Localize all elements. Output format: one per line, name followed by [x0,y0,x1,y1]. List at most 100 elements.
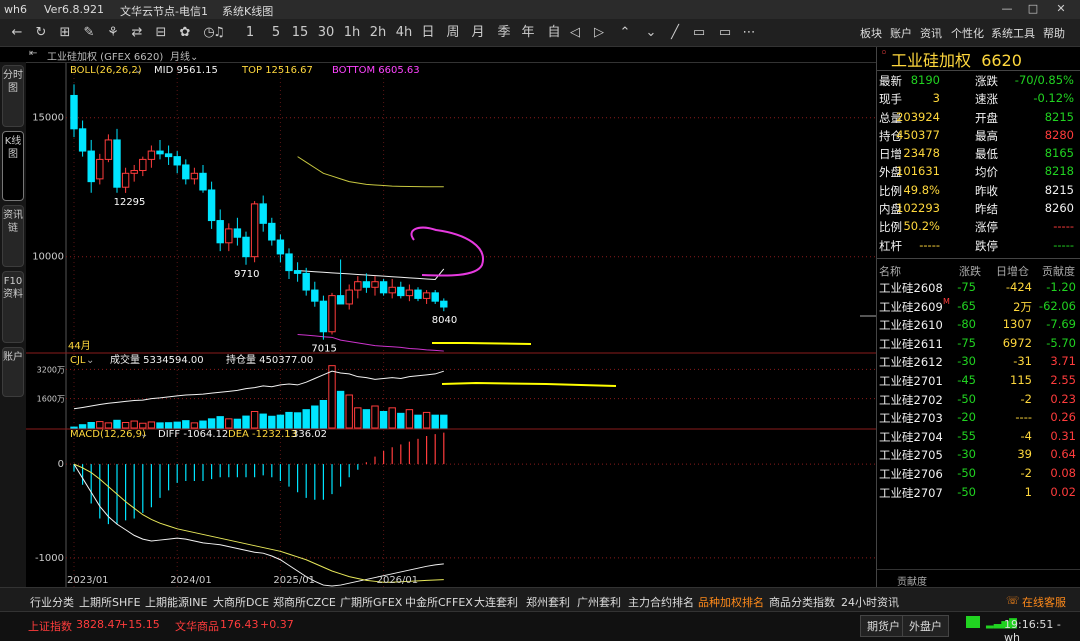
maximize-button[interactable]: □ [1025,2,1041,17]
exchange-tab-2[interactable]: 上期能源INE [145,594,207,610]
exchange-tab-6[interactable]: 中金所CFFEX [405,594,473,610]
multi-window-icon[interactable]: ⊞ [56,24,74,42]
indicator-icon[interactable]: ⚘ [104,24,122,42]
contract-row[interactable]: 工业硅2705 -30 39 0.64 [877,445,1080,464]
instrument-label[interactable]: 工业硅加权 (GFEX 6620) [47,48,163,63]
exchange-tab-4[interactable]: 郑商所CZCE [273,594,336,610]
period-10[interactable]: 季 [494,24,514,42]
quote-value: 450377 [896,127,940,142]
period-4[interactable]: 1h [342,24,362,42]
contract-row[interactable]: 工业硅2704 -55 -4 0.31 [877,427,1080,446]
menu-help[interactable]: 帮助 [1043,25,1065,41]
chevron-down-icon[interactable]: ⌄ [86,355,94,366]
col-oi-change[interactable]: 日增仓 [996,263,1029,279]
futures-account-button[interactable]: 期货户 [860,615,907,637]
back-arrow-icon[interactable]: ← [8,24,26,42]
candle-body [371,281,379,288]
draw-tool-icon[interactable]: ✎ [80,24,98,42]
tab-account[interactable]: 账户 [2,347,24,397]
zoom-out-icon[interactable]: ⌄ [642,24,660,42]
contract-row[interactable]: 工业硅2701 -45 115 2.55 [877,371,1080,390]
settings-icon[interactable]: ✿ [176,24,194,42]
tab-news-chain[interactable]: 资讯链 [2,205,24,267]
quote-value: 49.8% [903,182,940,197]
rect-tool-icon-2[interactable]: ▭ [716,24,734,42]
contract-row[interactable]: 工业硅2610 -80 1307 -7.69 [877,315,1080,334]
period-11[interactable]: 年 [518,24,538,42]
exchange-tab-8[interactable]: 郑州套利 [526,594,570,610]
exchange-tab-1[interactable]: 上期所SHFE [79,594,141,610]
col-name[interactable]: 名称 [879,263,901,279]
period-5[interactable]: 2h [368,24,388,42]
menu-personalize[interactable]: 个性化 [951,25,984,41]
exchange-tab-13[interactable]: 24小时资讯 [841,594,899,610]
volume-bar [216,416,224,429]
contract-row[interactable]: 工业硅2612 -30 -31 3.71 [877,352,1080,371]
contract-contribution: -7.69 [1046,317,1076,332]
menu-account[interactable]: 账户 [890,25,912,41]
alert-bell-icon[interactable]: ♫ [210,24,228,42]
candle-body [233,228,242,238]
period-select[interactable]: 月线⌄ [170,48,198,63]
volume-bar [147,421,156,429]
index2-name[interactable]: 文华商品 [175,618,219,634]
exchange-tab-12[interactable]: 商品分类指数 [769,594,835,610]
minimize-button[interactable]: — [999,2,1015,17]
period-0[interactable]: 1 [240,24,260,42]
kline-chart[interactable]: 15000 10000 3200万 1600万 0 -10002023/01 2024/01… [26,62,876,587]
tab-timeshare[interactable]: 分时图 [2,65,24,127]
exchange-tab-3[interactable]: 大商所DCE [213,594,269,610]
tab-kline[interactable]: K线图 [2,131,24,201]
foreign-account-button[interactable]: 外盘户 [902,615,949,637]
contract-row[interactable]: 工业硅2707 -50 1 0.02 [877,483,1080,502]
rect-tool-icon[interactable]: ▭ [690,24,708,42]
contract-row[interactable]: 工业硅2611 -75 6972 -5.70 [877,334,1080,353]
contract-row[interactable]: 工业硅2702 -50 -2 0.23 [877,390,1080,409]
arrow-left-icon[interactable]: ◁ [566,24,584,42]
line-tool-icon[interactable]: ╱ [666,24,684,42]
period-6[interactable]: 4h [394,24,414,42]
col-change[interactable]: 涨跌 [959,263,981,279]
period-2[interactable]: 15 [290,24,310,42]
candle-body [182,164,190,180]
candle-body [397,286,405,297]
close-button[interactable]: ✕ [1053,2,1069,17]
period-8[interactable]: 周 [443,24,463,42]
period-7[interactable]: 日 [418,24,438,42]
period-1[interactable]: 5 [266,24,286,42]
zoom-in-icon[interactable]: ⌃ [616,24,634,42]
exchange-tab-9[interactable]: 广州套利 [577,594,621,610]
chevron-down-icon[interactable]: ⌄ [140,429,148,440]
period-12[interactable]: 自 [544,24,564,42]
trade-icon[interactable]: ⇄ [128,24,146,42]
exchange-tab-11[interactable]: 品种加权排名 [698,594,764,610]
exchange-tab-0[interactable]: 行业分类 [30,594,74,610]
contract-row[interactable]: 工业硅2608 -75 -424 -1.20 [877,278,1080,297]
headset-icon[interactable]: ☏ [1006,594,1020,607]
volume-indicator-name[interactable]: CJL [70,355,86,366]
contract-row[interactable]: 工业硅2609 M -65 2万 -62.06 [877,297,1080,316]
more-icon[interactable]: ⋯ [740,24,758,42]
tab-f10[interactable]: F10资料 [2,271,24,343]
period-9[interactable]: 月 [468,24,488,42]
online-service-link[interactable]: 在线客服 [1022,594,1066,610]
period-3[interactable]: 30 [316,24,336,42]
calendar-icon[interactable]: ⊟ [152,24,170,42]
menu-sector[interactable]: 板块 [860,25,882,41]
exchange-tab-7[interactable]: 大连套利 [474,594,518,610]
index1-name[interactable]: 上证指数 [28,618,72,634]
menu-news[interactable]: 资讯 [920,25,942,41]
menu-system-tools[interactable]: 系统工具 [991,25,1035,41]
chevron-down-icon[interactable]: ⌄ [134,65,142,76]
collapse-icon[interactable]: ⇤ [29,48,37,59]
exchange-tab-5[interactable]: 广期所GFEX [340,594,402,610]
col-contribution[interactable]: 贡献度 [1042,263,1075,279]
refresh-icon[interactable]: ↻ [32,24,50,42]
contract-row[interactable]: 工业硅2706 -50 -2 0.08 [877,464,1080,483]
exchange-tab-10[interactable]: 主力合约排名 [628,594,694,610]
macd-indicator-name[interactable]: MACD(12,26,9) [70,429,146,440]
macd-tick-label: -1000 [35,553,64,564]
contract-row[interactable]: 工业硅2703 -20 ---- 0.26 [877,408,1080,427]
boll-indicator-name[interactable]: BOLL(26,26,2) [70,65,142,76]
arrow-right-icon[interactable]: ▷ [590,24,608,42]
